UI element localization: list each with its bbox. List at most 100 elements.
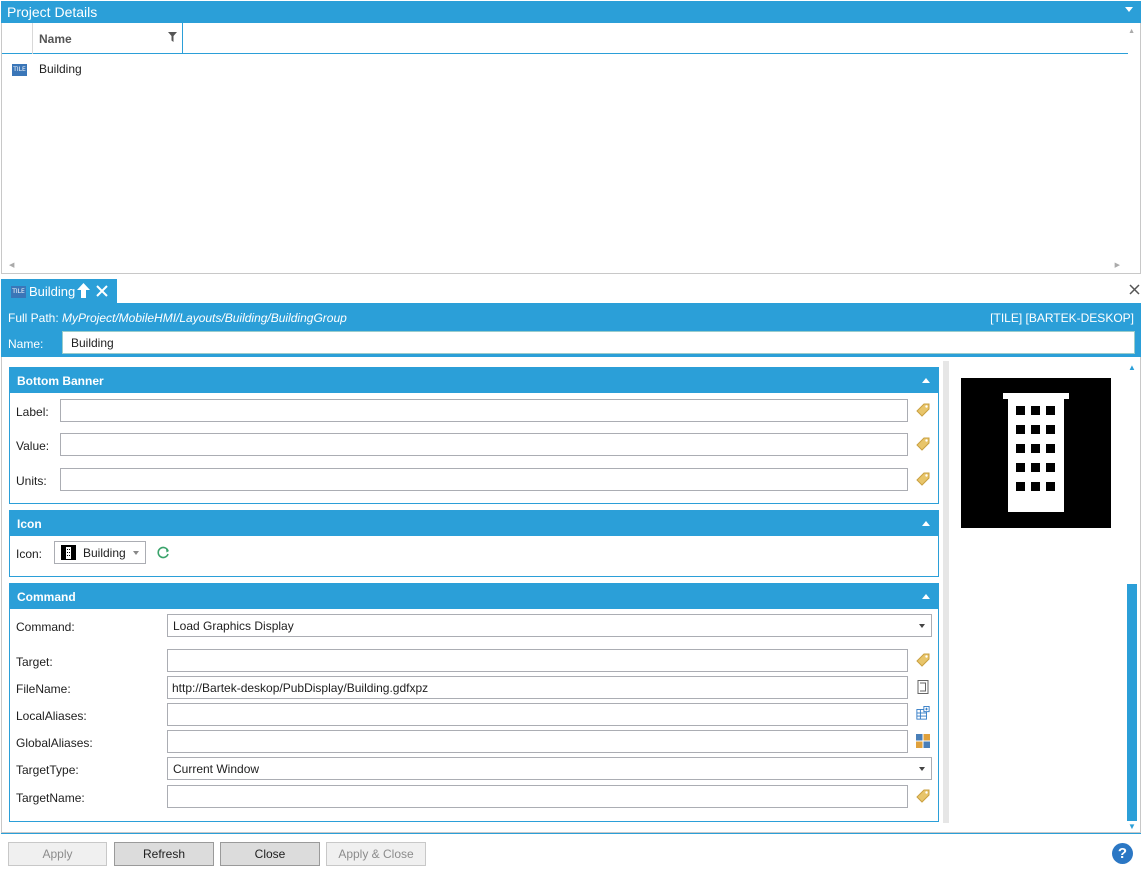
- item-type-tag: [TILE] [BARTEK-DESKOP]: [990, 311, 1134, 325]
- scroll-left-icon[interactable]: ◀: [9, 261, 14, 269]
- target-type-row: TargetType: Current Window: [10, 757, 938, 781]
- icon-select-value: Building: [83, 546, 126, 560]
- local-aliases-row: LocalAliases:: [10, 703, 938, 727]
- filename-row: FileName: http://Bartek-deskop/PubDispla…: [10, 676, 938, 700]
- target-name-field[interactable]: [167, 785, 908, 808]
- refresh-button[interactable]: Refresh: [114, 842, 214, 866]
- target-type-value: Current Window: [173, 762, 260, 776]
- global-aliases-field[interactable]: [167, 730, 908, 753]
- row-name-cell: Building: [39, 62, 82, 76]
- target-name-row: TargetName:: [10, 785, 938, 809]
- local-aliases-field[interactable]: [167, 703, 908, 726]
- units-label: Units:: [16, 474, 47, 488]
- command-label: Command:: [16, 620, 75, 634]
- icon-header[interactable]: Icon: [10, 511, 938, 536]
- bottom-banner-header[interactable]: Bottom Banner: [10, 368, 938, 393]
- help-icon[interactable]: ?: [1112, 843, 1133, 864]
- info-bar: Full Path: MyProject/MobileHMI/Layouts/B…: [1, 303, 1141, 357]
- building-icon: [61, 545, 76, 560]
- project-details-header[interactable]: Project Details: [1, 1, 1141, 23]
- dropdown-arrow-icon: [919, 624, 925, 628]
- command-select-value: Load Graphics Display: [173, 619, 294, 633]
- table-row[interactable]: TILE Building: [2, 56, 1128, 82]
- target-name-label: TargetName:: [16, 791, 85, 805]
- full-path-label: Full Path:: [8, 311, 59, 325]
- name-column-header[interactable]: Name: [33, 23, 183, 54]
- tab-building[interactable]: TILE Building: [1, 279, 117, 303]
- tile-icon: TILE: [11, 286, 26, 298]
- tag-browse-icon[interactable]: [916, 437, 930, 451]
- file-browse-icon[interactable]: [916, 680, 930, 694]
- value-field[interactable]: [60, 433, 908, 456]
- scroll-up-icon[interactable]: ▲: [1128, 28, 1135, 35]
- scroll-down-icon[interactable]: ▼: [1128, 822, 1136, 831]
- units-row: Units:: [10, 468, 938, 492]
- target-field[interactable]: [167, 649, 908, 672]
- value-row: Value:: [10, 433, 938, 457]
- project-details-title: Project Details: [7, 4, 98, 20]
- tab-label: Building: [29, 284, 76, 299]
- local-aliases-label: LocalAliases:: [16, 709, 87, 723]
- filename-field[interactable]: http://Bartek-deskop/PubDisplay/Building…: [167, 676, 908, 699]
- button-bar: Apply Refresh Close Apply & Close ?: [1, 833, 1141, 873]
- icon-row: Icon: Building: [10, 541, 938, 565]
- units-field[interactable]: [60, 468, 908, 491]
- collapse-caret-icon[interactable]: [1125, 7, 1133, 12]
- value-label: Value:: [16, 439, 50, 453]
- dropdown-arrow-icon: [133, 551, 139, 555]
- command-section-title: Command: [17, 590, 76, 604]
- full-path-value: MyProject/MobileHMI/Layouts/Building/Bui…: [62, 311, 347, 325]
- dropdown-arrow-icon: [919, 767, 925, 771]
- label-field[interactable]: [60, 399, 908, 422]
- command-row: Command: Load Graphics Display: [10, 614, 938, 638]
- target-label: Target:: [16, 655, 53, 669]
- row-header-cell: [2, 23, 33, 54]
- panel-splitter[interactable]: [943, 361, 949, 823]
- refresh-icon[interactable]: [157, 546, 170, 559]
- tag-browse-icon[interactable]: [916, 403, 930, 417]
- icon-select[interactable]: Building: [54, 541, 146, 564]
- scroll-up-icon[interactable]: ▲: [1128, 363, 1136, 372]
- collapse-up-icon[interactable]: [922, 594, 930, 599]
- collapse-up-icon[interactable]: [922, 521, 930, 526]
- tile-icon: TILE: [12, 64, 27, 76]
- grid-header: Name: [2, 23, 1128, 54]
- close-tab-icon[interactable]: [96, 285, 108, 297]
- filename-label: FileName:: [16, 682, 71, 696]
- icon-section-title: Icon: [17, 517, 42, 531]
- scrollbar-thumb[interactable]: [1127, 584, 1137, 821]
- tag-browse-icon[interactable]: [916, 472, 930, 486]
- command-select[interactable]: Load Graphics Display: [167, 614, 932, 637]
- icon-preview-image: [961, 378, 1111, 528]
- label-row: Label:: [10, 399, 938, 423]
- alias-table-icon[interactable]: [916, 706, 930, 720]
- command-header[interactable]: Command: [10, 584, 938, 609]
- tag-browse-icon[interactable]: [916, 653, 930, 667]
- global-aliases-row: GlobalAliases:: [10, 730, 938, 754]
- project-details-grid: Name TILE Building ▲ ◀ ▶: [1, 23, 1141, 274]
- name-label: Name:: [8, 337, 44, 351]
- target-row: Target:: [10, 649, 938, 673]
- vertical-scrollbar[interactable]: ▲ ▼: [1126, 361, 1138, 831]
- tag-browse-icon[interactable]: [916, 789, 930, 803]
- name-column-label: Name: [39, 32, 72, 46]
- label-label: Label:: [16, 405, 49, 419]
- icon-label: Icon:: [16, 547, 43, 561]
- scroll-right-icon[interactable]: ▶: [1115, 261, 1120, 269]
- name-input[interactable]: Building: [62, 331, 1135, 354]
- global-alias-icon[interactable]: [916, 734, 930, 748]
- global-aliases-label: GlobalAliases:: [16, 736, 93, 750]
- filter-icon[interactable]: [168, 32, 177, 42]
- close-icon[interactable]: [1129, 284, 1140, 295]
- target-type-select[interactable]: Current Window: [167, 757, 932, 780]
- collapse-up-icon[interactable]: [922, 378, 930, 383]
- apply-button[interactable]: Apply: [8, 842, 107, 866]
- bottom-banner-section: Bottom Banner Label: Value: Units:: [9, 367, 939, 504]
- apply-close-button[interactable]: Apply & Close: [326, 842, 426, 866]
- command-section: Command Command: Load Graphics Display T…: [9, 583, 939, 822]
- target-type-label: TargetType:: [16, 763, 79, 777]
- pin-up-icon[interactable]: [77, 283, 90, 298]
- close-button[interactable]: Close: [220, 842, 320, 866]
- bottom-banner-title: Bottom Banner: [17, 374, 104, 388]
- icon-section: Icon Icon: Building: [9, 510, 939, 577]
